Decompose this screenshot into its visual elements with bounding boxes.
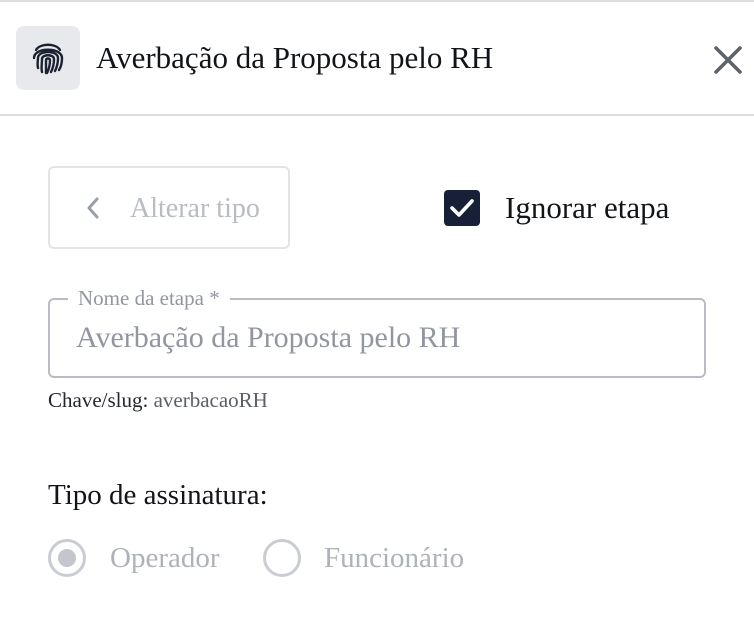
fingerprint-icon [16, 26, 80, 90]
radio-funcionario-label: Funcionário [324, 542, 465, 574]
step-name-input[interactable] [76, 318, 676, 358]
step-name-field: Nome da etapa * [48, 285, 706, 378]
chevron-left-icon [84, 196, 102, 225]
panel-title: Averbação da Proposta pelo RH [96, 40, 494, 75]
step-name-label: Nome da etapa * [68, 285, 230, 311]
slug-value: averbacaoRH [153, 388, 268, 412]
radio-operador[interactable] [48, 539, 86, 577]
check-icon [450, 199, 474, 217]
signature-type-heading: Tipo de assinatura: [48, 479, 268, 511]
skip-step-label: Ignorar etapa [505, 190, 670, 225]
panel-header: Averbação da Proposta pelo RH [0, 2, 754, 116]
radio-selected-dot [58, 549, 76, 567]
radio-operador-label: Operador [110, 542, 220, 574]
skip-step-checkbox[interactable] [444, 190, 480, 226]
step-config-panel: Averbação da Proposta pelo RH Alterar ti… [0, 0, 754, 620]
radio-funcionario[interactable] [263, 539, 301, 577]
alter-type-label: Alterar tipo [130, 193, 260, 224]
close-icon [714, 46, 742, 74]
alter-type-button[interactable]: Alterar tipo [48, 166, 290, 249]
slug-label: Chave/slug: [48, 388, 149, 412]
close-button[interactable] [708, 40, 748, 80]
slug-row: Chave/slug: averbacaoRH [48, 385, 268, 415]
